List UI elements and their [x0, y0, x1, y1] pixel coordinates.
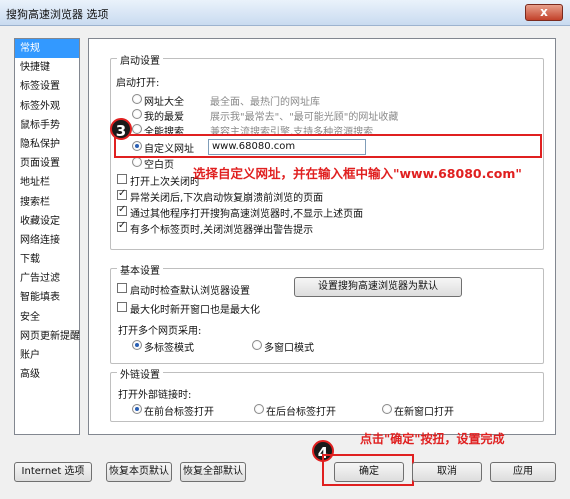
- check-restore-last[interactable]: [117, 174, 127, 184]
- sidebar-item-favorites[interactable]: 收藏设定: [15, 212, 79, 231]
- step-4-text: 点击"确定"按扭，设置完成: [360, 432, 505, 446]
- check-default-browser[interactable]: [117, 283, 127, 293]
- window-title: 搜狗高速浏览器 选项: [6, 8, 109, 21]
- sidebar-item-shortcuts[interactable]: 快捷键: [15, 58, 79, 77]
- radio-my-favorites[interactable]: [132, 109, 142, 119]
- check-external-open-label: 通过其他程序打开搜狗高速浏览器时,不显示上述页面: [130, 209, 364, 220]
- apply-button[interactable]: 应用: [490, 462, 556, 482]
- radio-blank-page-label: 空白页: [144, 160, 174, 171]
- radio-new-window[interactable]: [382, 404, 392, 414]
- check-crash-recovery[interactable]: [117, 188, 127, 200]
- startup-legend: 启动设置: [117, 52, 163, 67]
- restore-all-defaults-button[interactable]: 恢复全部默认: [180, 462, 246, 482]
- check-default-browser-label: 启动时检查默认浏览器设置: [130, 286, 250, 297]
- check-close-warning[interactable]: [117, 220, 127, 232]
- radio-blank-page[interactable]: [132, 157, 142, 167]
- check-maximize-new-label: 最大化时新开窗口也是最大化: [130, 305, 260, 316]
- close-button[interactable]: x: [525, 4, 563, 21]
- cancel-button[interactable]: 取消: [412, 462, 482, 482]
- radio-front-tab-label: 在前台标签打开: [144, 407, 214, 418]
- radio-front-tab[interactable]: [132, 404, 142, 414]
- check-maximize-new[interactable]: [117, 302, 127, 312]
- sidebar-item-page-update[interactable]: 网页更新提醒: [15, 327, 80, 346]
- set-default-button[interactable]: 设置搜狗高速浏览器为默认: [294, 277, 462, 297]
- external-open-label: 打开外部链接时:: [118, 390, 192, 401]
- step-3-badge: 3: [110, 118, 132, 140]
- radio-multi-window-label: 多窗口模式: [264, 343, 314, 354]
- radio-multi-tab[interactable]: [132, 340, 142, 350]
- radio-multi-tab-label: 多标签模式: [144, 343, 194, 354]
- radio-back-tab[interactable]: [254, 404, 264, 414]
- internet-options-button[interactable]: Internet 选项: [14, 462, 92, 482]
- check-crash-recovery-label: 异常关闭后,下次启动恢复崩溃前浏览的页面: [130, 193, 324, 204]
- sidebar-item-page-settings[interactable]: 页面设置: [15, 154, 79, 173]
- sidebar-item-search-bar[interactable]: 搜索栏: [15, 193, 79, 212]
- sidebar-item-network[interactable]: 网络连接: [15, 231, 79, 250]
- ok-button[interactable]: 确定: [334, 462, 404, 482]
- sidebar-item-general[interactable]: 常规: [15, 39, 79, 59]
- sidebar-item-tab-settings[interactable]: 标签设置: [15, 77, 79, 96]
- radio-nav-home-label: 网址大全: [144, 97, 184, 108]
- radio-nav-home[interactable]: [132, 94, 142, 104]
- radio-all-search[interactable]: [132, 124, 142, 134]
- sidebar-item-mouse-gestures[interactable]: 鼠标手势: [15, 116, 79, 135]
- sidebar-item-address-bar[interactable]: 地址栏: [15, 173, 79, 192]
- sidebar-item-autofill[interactable]: 智能填表: [15, 288, 79, 307]
- title-bar: 搜狗高速浏览器 选项 x: [0, 0, 570, 26]
- check-external-open[interactable]: [117, 204, 127, 216]
- check-close-warning-label: 有多个标签页时,关闭浏览器弹出警告提示: [130, 225, 314, 236]
- step-3-text: 选择自定义网址，并在输入框中输入"www.68080.com": [193, 166, 522, 181]
- sidebar-item-tab-appearance[interactable]: 标签外观: [15, 97, 79, 116]
- options-sidebar: 常规 快捷键 标签设置 标签外观 鼠标手势 隐私保护 页面设置 地址栏 搜索栏 …: [14, 38, 80, 435]
- radio-new-window-label: 在新窗口打开: [394, 407, 454, 418]
- radio-multi-window[interactable]: [252, 340, 262, 350]
- restore-page-defaults-button[interactable]: 恢复本页默认: [106, 462, 172, 482]
- radio-back-tab-label: 在后台标签打开: [266, 407, 336, 418]
- basic-legend: 基本设置: [117, 262, 163, 277]
- radio-my-favorites-desc: 展示我"最常去"、"最可能光顾"的网址收藏: [210, 112, 399, 123]
- sidebar-item-privacy[interactable]: 隐私保护: [15, 135, 79, 154]
- multi-open-label: 打开多个网页采用:: [118, 326, 202, 337]
- sidebar-item-advanced[interactable]: 高级: [15, 365, 79, 384]
- sidebar-item-account[interactable]: 账户: [15, 346, 79, 365]
- radio-nav-home-desc: 最全面、最热门的网址库: [210, 97, 320, 108]
- sidebar-item-security[interactable]: 安全: [15, 308, 79, 327]
- external-legend: 外链设置: [117, 366, 163, 381]
- sidebar-item-download[interactable]: 下载: [15, 250, 79, 269]
- sidebar-item-ad-filter[interactable]: 广告过滤: [15, 269, 79, 288]
- radio-my-favorites-label: 我的最爱: [144, 112, 184, 123]
- startup-open-label: 启动打开:: [116, 78, 160, 89]
- custom-url-highlight: [114, 134, 542, 158]
- check-restore-last-label: 打开上次关闭时: [130, 177, 200, 188]
